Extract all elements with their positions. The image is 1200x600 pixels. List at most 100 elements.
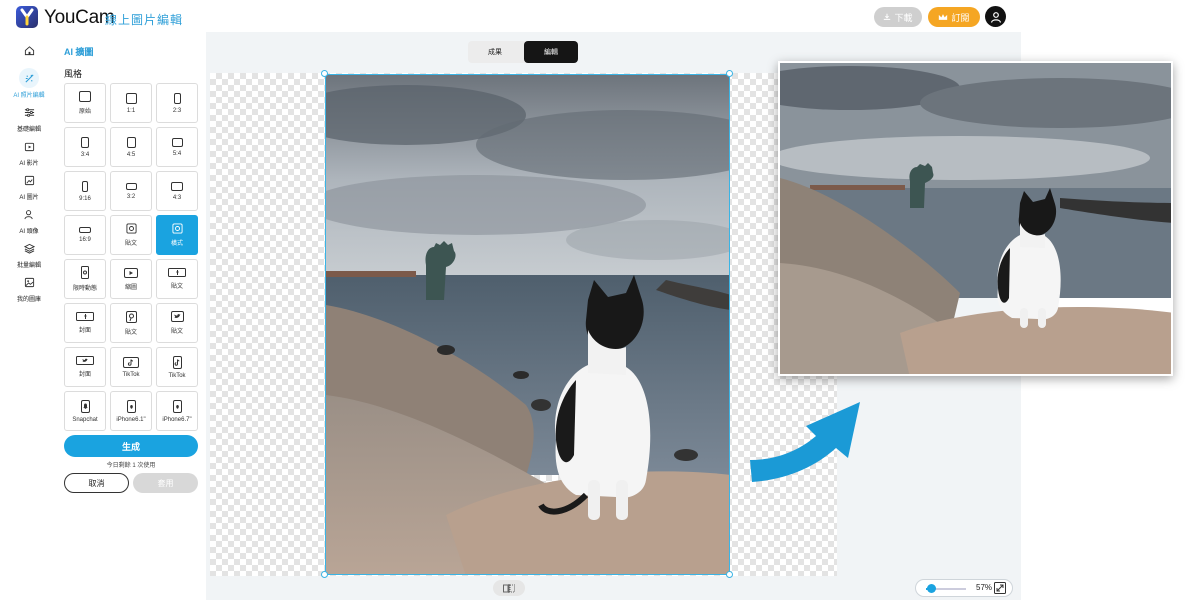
ai-photo-edit-icon — [24, 73, 34, 83]
panel-title: AI 擴圖 — [64, 47, 94, 57]
nav-basic-edit[interactable]: 基礎編輯 — [4, 102, 54, 133]
ratio-4-3-icon — [171, 181, 183, 191]
image-ai-icon — [24, 175, 34, 185]
crop-handle-top-right[interactable] — [726, 70, 733, 77]
download-label: 下載 — [894, 12, 913, 23]
style-option[interactable]: 5:4 — [156, 127, 198, 167]
iphone-67-icon — [172, 399, 182, 413]
style-option[interactable]: 貼文 — [156, 259, 198, 299]
user-avatar[interactable] — [985, 6, 1006, 27]
crop-handle-bottom-right[interactable] — [726, 571, 733, 578]
style-option[interactable]: iPhone6.1" — [110, 391, 152, 431]
crown-icon — [939, 14, 948, 20]
ratio-2-3-icon — [173, 92, 181, 104]
generate-button[interactable]: 生成 — [64, 435, 198, 457]
nav-ai-portrait[interactable]: AI 頭像 — [4, 204, 54, 235]
style-option[interactable]: 16:9 — [64, 215, 106, 255]
zoom-percentage: 57% — [976, 583, 993, 592]
nav-label: 批量編輯 — [16, 263, 41, 269]
instagram-icon — [125, 223, 137, 234]
ratio-original-icon — [79, 91, 91, 102]
twitter-cover-icon — [76, 356, 94, 365]
style-option[interactable]: 縮圖 — [110, 259, 152, 299]
nav-home[interactable] — [4, 40, 54, 60]
style-option[interactable]: TikTok — [156, 347, 198, 387]
download-button[interactable]: 下載 — [874, 7, 922, 27]
style-option[interactable]: 貼文 — [156, 303, 198, 343]
ratio-1-1-icon — [125, 92, 137, 104]
style-label: 封面 — [78, 328, 91, 334]
nav-gallery[interactable]: 我的圖庫 — [4, 272, 54, 303]
cancel-button[interactable]: 取消 — [64, 473, 129, 493]
style-label: 橫式 — [170, 241, 183, 247]
layers-icon — [23, 243, 35, 254]
style-option-selected[interactable]: 橫式 — [156, 215, 198, 255]
style-label: 3:2 — [126, 193, 136, 200]
style-label: 貼文 — [170, 329, 183, 335]
crop-handle-top-left[interactable] — [321, 70, 328, 77]
nav-label: AI 影片 — [19, 161, 39, 167]
brand-subtitle: 線上圖片編輯 — [105, 13, 184, 27]
style-label: 4:5 — [126, 151, 136, 158]
style-option[interactable]: 封面 — [64, 303, 106, 343]
style-option[interactable]: 貼文 — [110, 303, 152, 343]
user-icon — [990, 11, 1001, 23]
zoom-slider-knob[interactable] — [926, 584, 936, 593]
portrait-icon — [23, 209, 33, 219]
home-icon — [24, 45, 34, 55]
arrow-icon — [750, 402, 860, 482]
tab-result[interactable]: 成果 — [468, 41, 522, 63]
style-option[interactable]: 3:4 — [64, 127, 106, 167]
style-option[interactable]: 限時動態 — [64, 259, 106, 299]
style-label: 限時動態 — [72, 286, 97, 292]
style-option[interactable]: 2:3 — [156, 83, 198, 123]
style-grid: 原始 1:1 2:3 3:4 4:5 5:4 9:16 3:2 4:3 16:9… — [64, 83, 199, 431]
style-option[interactable]: iPhone6.7" — [156, 391, 198, 431]
style-label: 4:3 — [172, 194, 182, 201]
expand-style-panel: AI 擴圖 風格 原始 1:1 2:3 3:4 4:5 5:4 9:16 3:2… — [58, 34, 204, 600]
style-option[interactable]: 封面 — [64, 347, 106, 387]
subscribe-button[interactable]: 訂閱 — [928, 7, 980, 27]
style-option[interactable]: 原始 — [64, 83, 106, 123]
youtube-icon — [124, 267, 138, 278]
video-icon — [24, 142, 34, 151]
style-option[interactable]: 9:16 — [64, 171, 106, 211]
crop-handle-bottom-left[interactable] — [321, 571, 328, 578]
style-option[interactable]: 1:1 — [110, 83, 152, 123]
style-option[interactable]: 貼文 — [110, 215, 152, 255]
pinterest-icon — [125, 310, 137, 323]
style-option[interactable]: 4:3 — [156, 171, 198, 211]
youcam-logo-icon[interactable] — [16, 6, 38, 28]
style-label: TikTok — [122, 371, 140, 378]
style-label: 5:4 — [172, 150, 182, 157]
nav-batch-edit[interactable]: 批量編輯 — [4, 238, 54, 269]
brand-name[interactable]: YouCam — [44, 7, 115, 29]
style-label: 9:16 — [79, 195, 91, 202]
style-option[interactable]: 4:5 — [110, 127, 152, 167]
style-option[interactable]: TikTok — [110, 347, 152, 387]
nav-ai-photo-edit[interactable]: AI 照片編輯 — [4, 68, 54, 99]
style-option[interactable]: 3:2 — [110, 171, 152, 211]
style-option[interactable]: Snapchat — [64, 391, 106, 431]
compare-icon — [503, 583, 515, 593]
instagram-story-icon — [81, 266, 89, 279]
nav-ai-video[interactable]: AI 影片 — [4, 136, 54, 167]
style-label: TikTok — [168, 372, 186, 379]
ratio-3-2-icon — [125, 182, 137, 190]
tab-edit[interactable]: 編輯 — [524, 41, 578, 63]
apply-button[interactable]: 套用 — [133, 473, 198, 493]
facebook-cover-icon — [76, 312, 94, 321]
style-label: 縮圖 — [124, 284, 137, 291]
nav-label: AI 頭像 — [19, 229, 39, 235]
source-photo[interactable] — [325, 74, 730, 575]
sliders-icon — [24, 107, 34, 117]
nav-label: AI 圖片 — [19, 195, 39, 201]
ratio-5-4-icon — [171, 137, 183, 147]
style-label: 原始 — [78, 109, 91, 115]
nav-label: 基礎編輯 — [16, 127, 41, 133]
style-label: 16:9 — [79, 237, 91, 243]
compare-button[interactable] — [493, 580, 525, 596]
instagram-icon — [171, 223, 183, 234]
fit-screen-icon[interactable] — [994, 582, 1006, 594]
nav-ai-image[interactable]: AI 圖片 — [4, 170, 54, 201]
